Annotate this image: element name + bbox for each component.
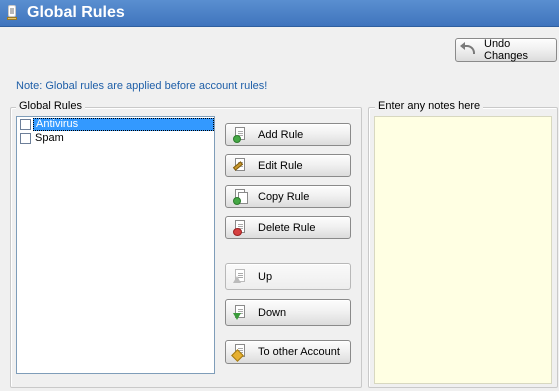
to-other-account-icon bbox=[231, 344, 249, 362]
rules-list[interactable]: Antivirus Spam bbox=[16, 116, 215, 374]
global-rules-note: Note: Global rules are applied before ac… bbox=[16, 80, 268, 92]
edit-rule-icon bbox=[232, 157, 249, 174]
copy-rule-icon bbox=[233, 188, 249, 205]
antivirus-checkbox[interactable] bbox=[20, 118, 31, 130]
title-bar: Global Rules bbox=[0, 0, 559, 27]
move-up-icon bbox=[233, 268, 249, 285]
edit-rule-label: Edit Rule bbox=[258, 159, 303, 172]
add-rule-icon bbox=[233, 126, 249, 143]
edit-rule-button[interactable]: Edit Rule bbox=[225, 154, 351, 177]
list-item-label: Spam bbox=[35, 132, 64, 144]
to-other-account-label: To other Account bbox=[258, 346, 340, 358]
copy-rule-label: Copy Rule bbox=[258, 190, 310, 203]
rules-lamp-icon bbox=[6, 5, 18, 21]
copy-rule-button[interactable]: Copy Rule bbox=[225, 185, 351, 208]
add-rule-label: Add Rule bbox=[258, 128, 304, 141]
list-item-label: Antivirus bbox=[33, 117, 214, 131]
global-rules-group-title: Global Rules bbox=[16, 100, 85, 112]
delete-rule-button[interactable]: Delete Rule bbox=[225, 216, 351, 239]
notes-group-title: Enter any notes here bbox=[375, 100, 484, 112]
add-rule-button[interactable]: Add Rule bbox=[225, 123, 351, 146]
move-up-button[interactable]: Up bbox=[225, 263, 351, 290]
list-item-antivirus[interactable]: Antivirus bbox=[17, 117, 214, 131]
move-down-button[interactable]: Down bbox=[225, 299, 351, 326]
undo-changes-button[interactable]: Undo Changes bbox=[455, 38, 557, 62]
list-item-spam[interactable]: Spam bbox=[17, 131, 214, 145]
undo-changes-label: Undo Changes bbox=[484, 38, 529, 62]
delete-rule-label: Delete Rule bbox=[258, 221, 316, 234]
move-down-label: Down bbox=[258, 306, 287, 319]
to-other-account-button[interactable]: To other Account bbox=[225, 340, 351, 364]
notes-textarea[interactable] bbox=[374, 116, 552, 384]
delete-rule-icon bbox=[233, 219, 249, 236]
window-title: Global Rules bbox=[27, 4, 125, 21]
move-up-label: Up bbox=[258, 270, 273, 283]
move-down-icon bbox=[233, 304, 249, 321]
spam-checkbox[interactable] bbox=[20, 132, 31, 144]
undo-icon bbox=[460, 42, 478, 58]
